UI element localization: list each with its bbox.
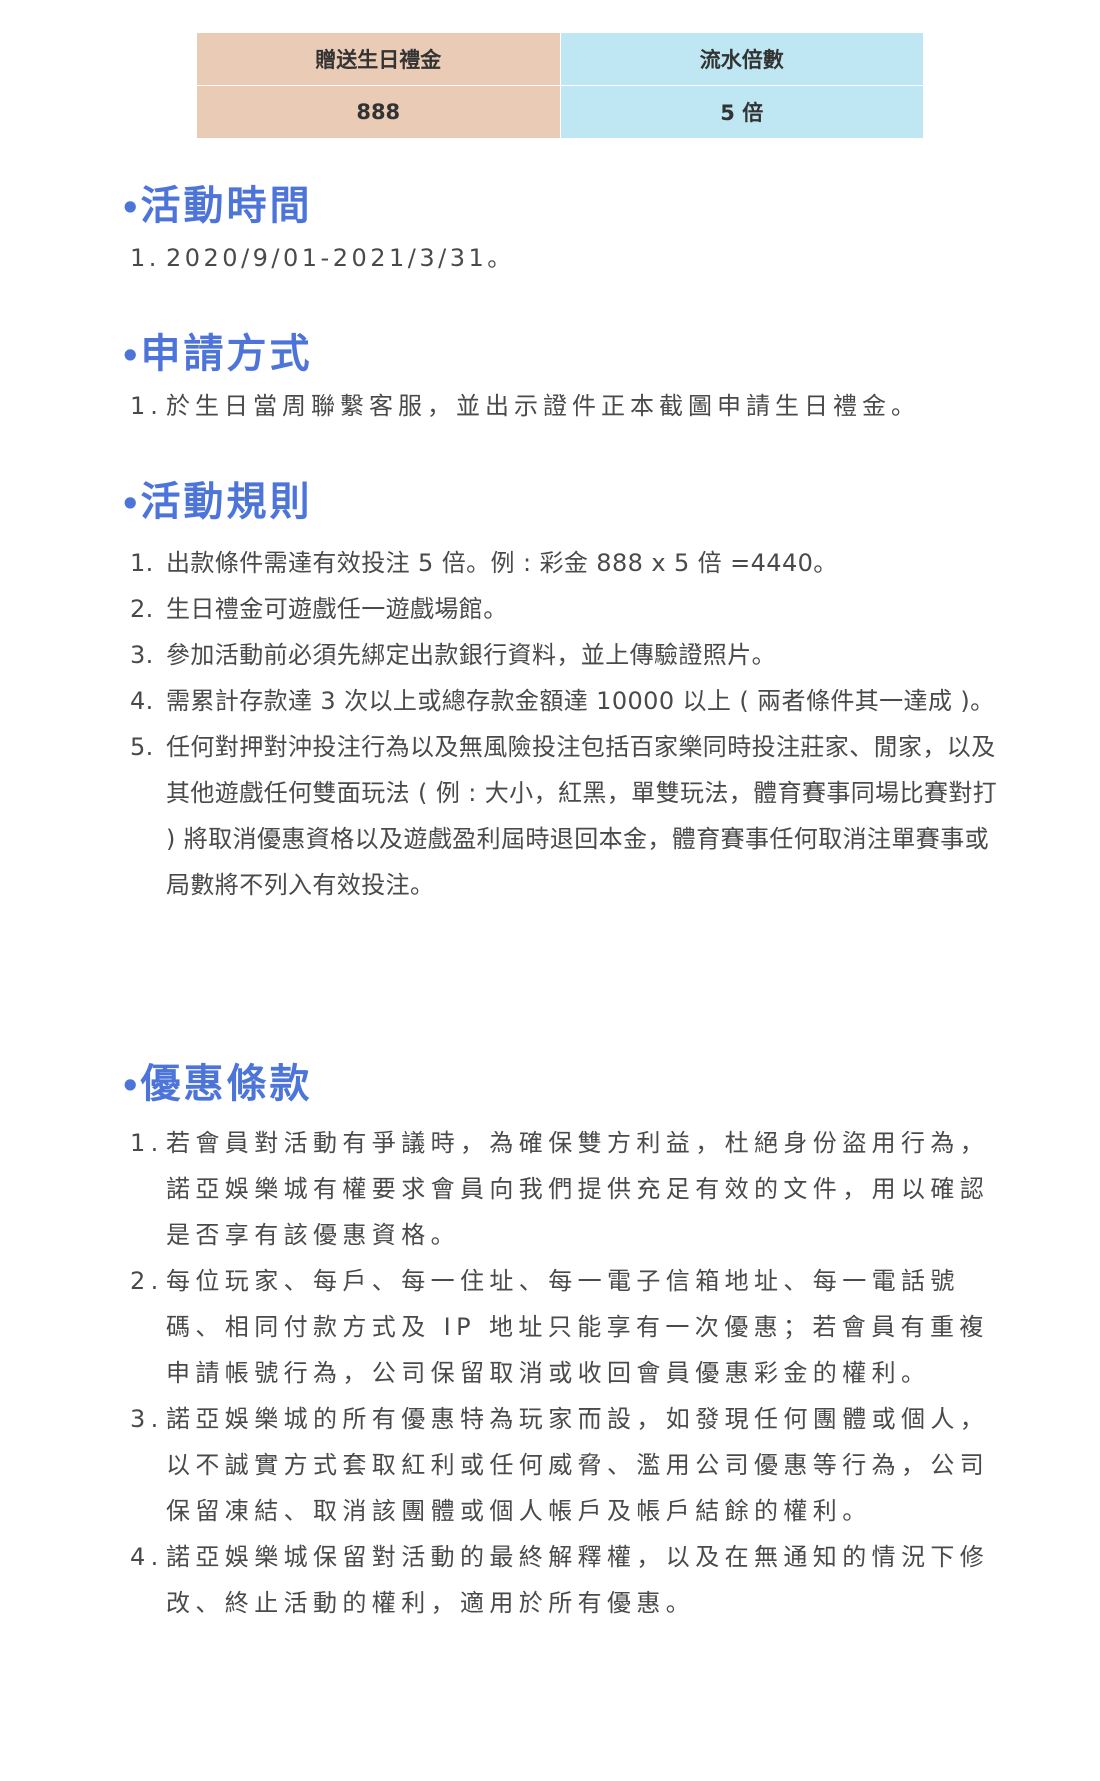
list-item: 1. 若會員對活動有爭議時，為確保雙方利益，杜絕身份盜用行為，諾亞娛樂城有權要求會… — [130, 1129, 990, 1249]
table-cell-multiplier: 5 倍 — [559, 85, 924, 139]
list-item: 2. 每位玩家、每戶、每一住址、每一電子信箱地址、每一電話號碼、相同付款方式及 I… — [130, 1267, 989, 1387]
list-item: 4. 需累計存款達 3 次以上或總存款金額達 10000 以上 ( 兩者條件其一達… — [130, 687, 995, 715]
list-item: 3. 諾亞娛樂城的所有優惠特為玩家而設，如發現任何團體或個人，以不誠實方式套取紅利… — [130, 1405, 990, 1525]
table-cell-bonus-amount: 888 — [196, 85, 561, 139]
section-title-terms: •優惠條款 — [120, 1061, 313, 1107]
list-item: 2. 生日禮金可遊戲任一遊戲場館。 — [130, 595, 508, 623]
table-row: 888 5 倍 — [196, 85, 924, 139]
rules-list: 1. 出款條件需達有效投注 5 倍。例 : 彩金 888 x 5 倍 =4440。… — [130, 540, 1010, 908]
table-header-wager-multiplier: 流水倍數 — [559, 32, 924, 86]
section-title-application: •申請方式 — [120, 331, 313, 377]
bonus-table: 贈送生日禮金 流水倍數 888 5 倍 — [196, 32, 924, 139]
application-list: 1. 於生日當周聯繫客服，並出示證件正本截圖申請生日禮金。 — [130, 388, 1030, 424]
list-item: 5. 任何對押對沖投注行為以及無風險投注包括百家樂同時投注莊家、閒家，以及其他遊戲… — [130, 733, 998, 899]
list-item: 1. 出款條件需達有效投注 5 倍。例 : 彩金 888 x 5 倍 =4440。 — [130, 549, 838, 577]
section-title-event-period: •活動時間 — [120, 183, 313, 229]
event-period-list: 1. 2020/9/01-2021/3/31。 — [130, 240, 1030, 276]
section-title-rules: •活動規則 — [120, 479, 313, 525]
table-header-row: 贈送生日禮金 流水倍數 — [196, 32, 924, 86]
list-item: 3. 參加活動前必須先綁定出款銀行資料，並上傳驗證照片。 — [130, 641, 776, 669]
list-item: 1. 於生日當周聯繫客服，並出示證件正本截圖申請生日禮金。 — [130, 392, 920, 420]
table-header-bonus: 贈送生日禮金 — [196, 32, 561, 86]
list-item: 1. 2020/9/01-2021/3/31。 — [130, 244, 515, 272]
terms-list: 1. 若會員對活動有爭議時，為確保雙方利益，杜絕身份盜用行為，諾亞娛樂城有權要求會… — [130, 1120, 990, 1626]
list-item: 4. 諾亞娛樂城保留對活動的最終解釋權，以及在無通知的情況下修改、終止活動的權利，… — [130, 1543, 990, 1617]
